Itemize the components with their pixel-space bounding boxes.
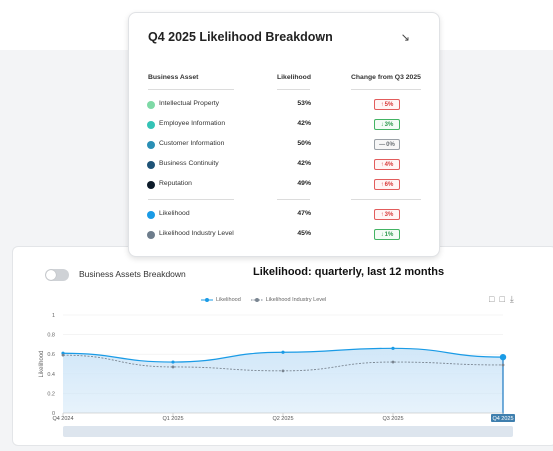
divider (148, 199, 234, 200)
column-header-likelihood: Likelihood (277, 74, 311, 81)
change-badge: —0% (374, 139, 400, 150)
change-badge: ↑ 5% (374, 99, 400, 110)
likelihood-breakdown-card: Q4 2025 Likelihood Breakdown ⌄ ↗ Busines… (128, 12, 440, 257)
arrow-up-icon: ↑ (380, 181, 384, 188)
arrow-up-icon: ↑ (380, 161, 384, 168)
change-badge: ↑ 4% (374, 159, 400, 170)
likelihood-point (171, 360, 175, 364)
row-likelihood-value: 53% (297, 100, 311, 107)
legend-dot (147, 121, 155, 129)
likelihood-chart-panel: Business Assets Breakdown Likelihood: qu… (12, 246, 553, 446)
row-likelihood-value: 47% (297, 210, 311, 217)
row-likelihood-value: 49% (297, 180, 311, 187)
legend-dot (147, 101, 155, 109)
row-likelihood-value: 42% (297, 120, 311, 127)
change-badge: ↓ 1% (374, 229, 400, 240)
legend-dot (147, 161, 155, 169)
row-label: Customer Information (159, 140, 225, 147)
likelihood-area-chart: 00.20.40.60.81LikelihoodQ4 2024 Q1 2025 Q2… (39, 313, 515, 422)
likelihood-point (391, 346, 395, 350)
chevron-down-icon[interactable]: ⌄ (314, 31, 323, 44)
industry-point (171, 365, 175, 369)
industry-point (61, 353, 65, 357)
y-tick-label: 0.6 (47, 352, 55, 358)
change-value: 4% (384, 161, 394, 168)
arrow-down-icon: ↓ (380, 231, 384, 238)
x-tick-label: Q2 2025 (272, 416, 293, 422)
x-tick-label: Q4 2024 (52, 416, 73, 422)
likelihood-point (499, 353, 507, 361)
chart-zoom-scrollbar[interactable] (63, 426, 513, 437)
divider (277, 199, 310, 200)
column-header-change: Change from Q3 2025 (351, 74, 421, 81)
row-label: Likelihood (159, 210, 190, 217)
divider (351, 89, 421, 90)
change-value: 3% (384, 211, 394, 218)
column-header-asset: Business Asset (148, 74, 199, 81)
arrow-up-icon: ↑ (380, 101, 384, 108)
divider (148, 89, 234, 90)
row-label: Intellectual Property (159, 100, 220, 107)
divider (277, 89, 310, 90)
arrow-down-icon: ↓ (380, 121, 384, 128)
row-label: Reputation (159, 180, 192, 187)
row-likelihood-value: 42% (297, 160, 311, 167)
arrow-up-icon: ↑ (380, 211, 384, 218)
dash-icon: — (379, 141, 386, 148)
y-tick-label: 0.2 (47, 391, 55, 397)
change-value: 0% (386, 141, 395, 148)
legend-dot (147, 141, 155, 149)
change-value: 3% (384, 121, 394, 128)
change-badge: ↑ 3% (374, 209, 400, 220)
change-badge: ↑ 6% (374, 179, 400, 190)
y-axis-label: Likelihood (39, 350, 45, 377)
x-tick-label: Q3 2025 (382, 416, 403, 422)
change-badge: ↓ 3% (374, 119, 400, 130)
row-likelihood-value: 50% (297, 140, 311, 147)
change-value: 6% (384, 181, 394, 188)
row-label: Likelihood Industry Level (159, 230, 234, 237)
change-value: 1% (384, 231, 394, 238)
industry-point (281, 369, 285, 373)
row-label: Employee Information (159, 120, 226, 127)
industry-point (391, 360, 395, 364)
y-tick-label: 0.4 (47, 372, 55, 378)
industry-point (501, 363, 505, 367)
row-likelihood-value: 45% (297, 230, 311, 237)
change-value: 5% (384, 101, 394, 108)
card-title: Q4 2025 Likelihood Breakdown (148, 30, 333, 44)
likelihood-point (281, 350, 285, 354)
divider (351, 199, 421, 200)
legend-dot (147, 181, 155, 189)
y-tick-label: 0.8 (47, 333, 55, 339)
x-tick-label: Q1 2025 (162, 416, 183, 422)
likelihood-area (63, 348, 503, 413)
x-tick-label: Q4 2025 (492, 416, 513, 422)
y-tick-label: 1 (52, 313, 55, 319)
expand-icon[interactable]: ↗ (399, 33, 412, 42)
legend-dot (147, 211, 155, 219)
legend-dot (147, 231, 155, 239)
row-label: Business Continuity (159, 160, 219, 167)
